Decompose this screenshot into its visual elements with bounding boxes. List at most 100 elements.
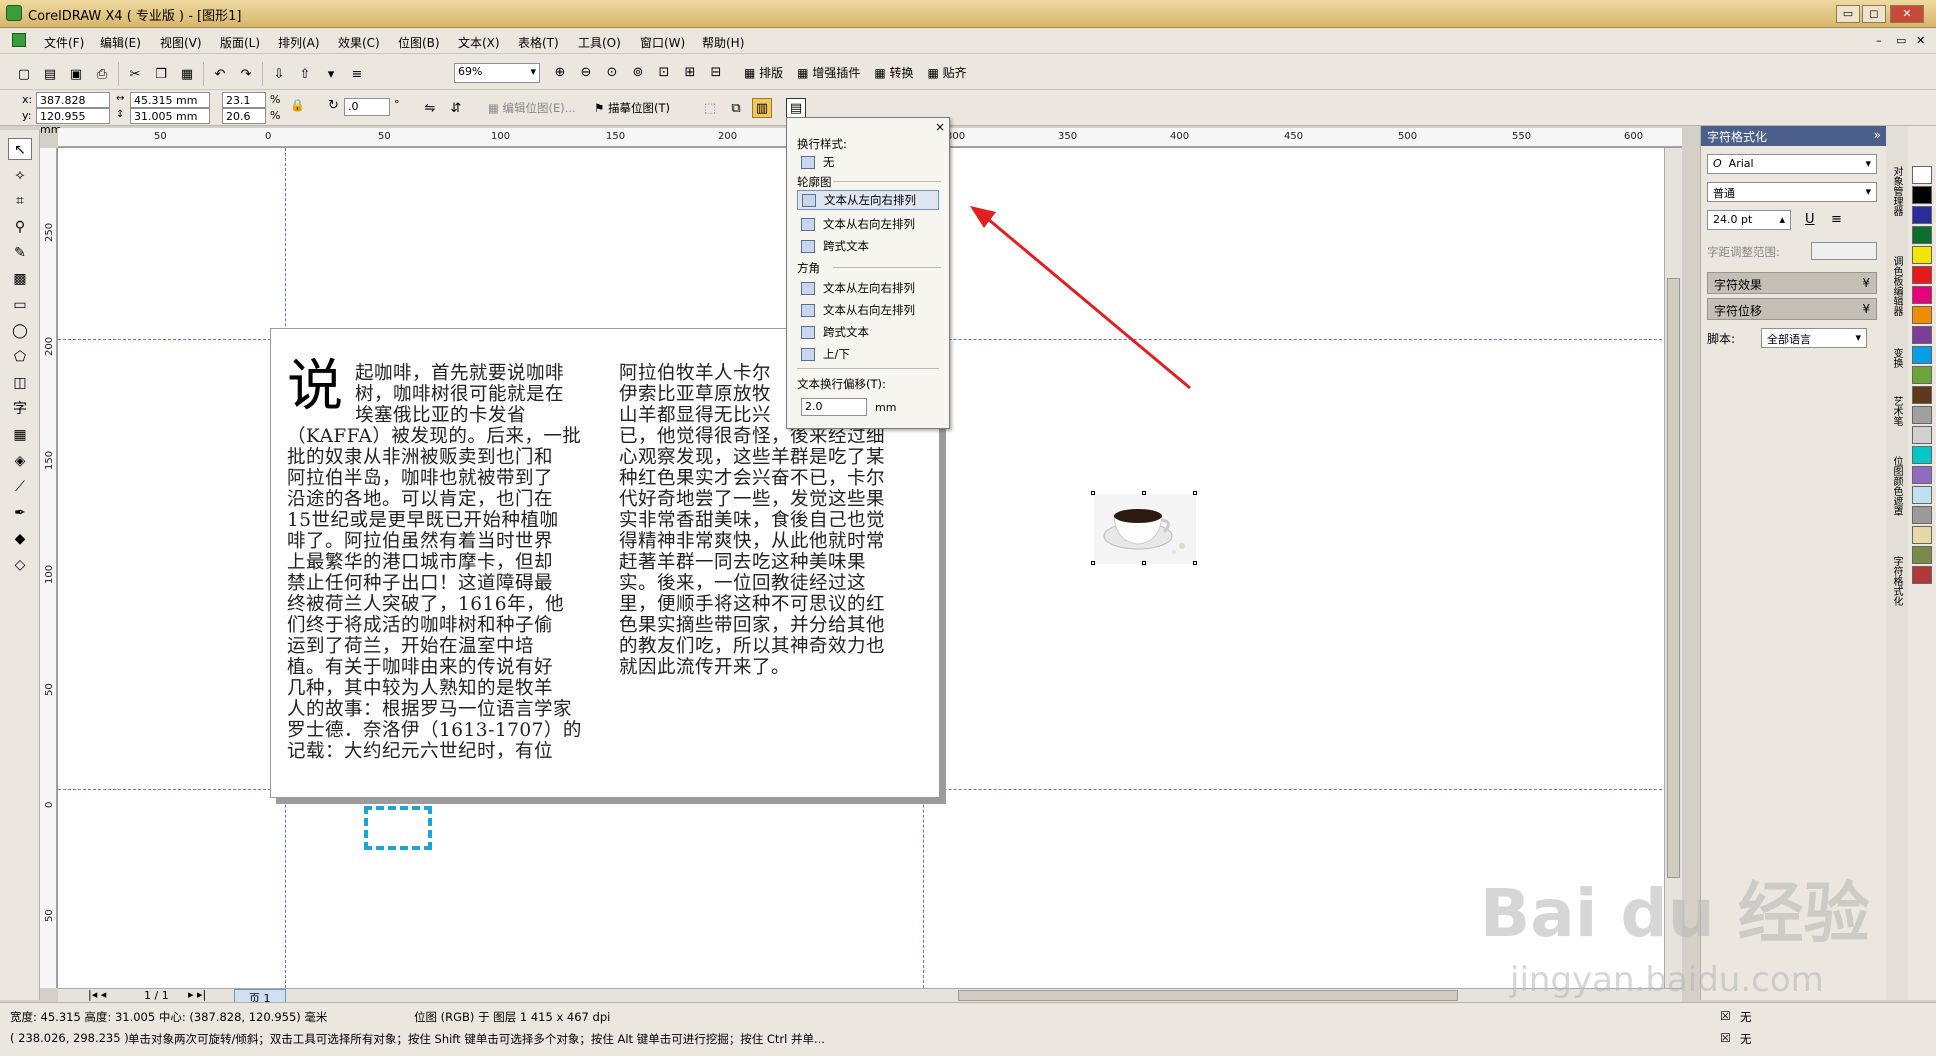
color-swatch[interactable] (1912, 546, 1932, 564)
fill-tool-icon[interactable]: ◆ (8, 528, 32, 550)
menu-edit[interactable]: 编辑(E) (100, 34, 141, 51)
handle[interactable] (1091, 561, 1095, 565)
color-swatch[interactable] (1912, 306, 1932, 324)
vertical-ruler[interactable]: 250 200 150 100 50 0 50 (40, 148, 58, 988)
scale-x-field[interactable]: 23.1 (222, 92, 266, 108)
offset-field[interactable]: 2.0 (801, 398, 867, 416)
close-button[interactable]: ✕ (1890, 5, 1924, 23)
x-field[interactable]: 387.828 mm (36, 92, 110, 120)
rectangle-tool-icon[interactable]: ▭ (8, 294, 32, 316)
menu-file[interactable]: 文件(F) (44, 34, 84, 51)
style-combo[interactable]: 普通 ▾ (1707, 182, 1877, 202)
square-straddle-item[interactable]: 跨式文本 (801, 322, 869, 342)
zoom-all-icon[interactable]: ⊚ (628, 62, 648, 82)
menu-min-icon[interactable]: – (1876, 34, 1882, 47)
height-field[interactable]: 31.005 mm (130, 108, 210, 124)
menu-restore-icon[interactable]: ▭ (1896, 34, 1906, 47)
text-column-1[interactable]: 起咖啡，首先就要说咖啡 树，咖啡树很可能就是在 埃塞俄比亚的卡发省 （KAFFA… (287, 363, 597, 762)
outline-rtl-item[interactable]: 文本从右向左排列 (801, 214, 915, 234)
color-swatch[interactable] (1912, 446, 1932, 464)
export-icon[interactable]: ⇧ (295, 64, 315, 84)
import-icon[interactable]: ⇩ (269, 64, 289, 84)
eyedropper-icon[interactable]: ⟋ (8, 476, 32, 498)
zoom-in-icon[interactable]: ⊕ (550, 62, 570, 82)
interactive-fill-icon[interactable]: ◇ (8, 554, 32, 576)
script-combo[interactable]: 全部语言 ▾ (1761, 328, 1867, 348)
menu-table[interactable]: 表格(T) (518, 34, 559, 51)
handle[interactable] (1193, 561, 1197, 565)
zoom-out-icon[interactable]: ⊖ (576, 62, 596, 82)
zoom-width-icon[interactable]: ⊞ (680, 62, 700, 82)
char-effects-bar[interactable]: 字符效果 ¥ (1707, 272, 1877, 294)
color-swatch[interactable] (1912, 246, 1932, 264)
menu-layout[interactable]: 版面(L) (220, 34, 260, 51)
freehand-tool-icon[interactable]: ✎ (8, 242, 32, 264)
mirror-h-icon[interactable]: ⇋ (420, 98, 440, 118)
shape-tool-icon[interactable]: ⟡ (8, 164, 32, 186)
size-field[interactable]: 24.0 pt ▴ (1707, 210, 1791, 230)
color-swatch[interactable] (1912, 526, 1932, 544)
color-swatch[interactable] (1912, 346, 1932, 364)
polygon-tool-icon[interactable]: ⬠ (8, 346, 32, 368)
horizontal-scrollbar[interactable]: |◂ ◂ 1 / 1 ▸ ▸| 页 1 (58, 988, 1682, 1007)
dock-tab-transform[interactable]: 变换 (1889, 348, 1904, 368)
zoom-selected-icon[interactable]: ⊙ (602, 62, 622, 82)
typeset-button[interactable]: ▦ 排版 (744, 64, 783, 81)
color-swatch[interactable] (1912, 226, 1932, 244)
save-icon[interactable]: ▣ (66, 64, 86, 84)
crop-icon[interactable]: ⬚ (700, 98, 720, 118)
handle[interactable] (1142, 561, 1146, 565)
pick-tool-icon[interactable]: ↖ (8, 138, 32, 160)
width-field[interactable]: 45.315 mm (130, 92, 210, 108)
redo-icon[interactable]: ↷ (236, 64, 256, 84)
open-icon[interactable]: ▤ (40, 64, 60, 84)
color-swatch[interactable] (1912, 486, 1932, 504)
plugin-button[interactable]: ▦ 增强插件 (797, 64, 860, 81)
zoom-page-icon[interactable]: ⊡ (654, 62, 674, 82)
page-nav-last-icon[interactable]: ▸ ▸| (188, 988, 206, 1001)
zoom-combo[interactable]: 69% ▾ (454, 63, 540, 83)
zoom-height-icon[interactable]: ⊟ (706, 62, 726, 82)
popup-close-icon[interactable]: × (935, 120, 945, 134)
square-ltr-item[interactable]: 文本从左向右排列 (801, 278, 915, 298)
page-nav-first-icon[interactable]: |◂ ◂ (88, 988, 106, 1001)
dock-tab-bitmap-mask[interactable]: 位图颜色遮罩 (1889, 456, 1904, 516)
text-tool-icon[interactable]: 字 (8, 398, 32, 420)
convert-button[interactable]: ▦ 转换 (874, 64, 913, 81)
app-launcher-icon[interactable]: ▾ (321, 64, 341, 84)
color-swatch[interactable] (1912, 386, 1932, 404)
v-scroll-thumb[interactable] (1667, 278, 1680, 878)
outline-straddle-item[interactable]: 跨式文本 (801, 236, 869, 256)
wrap-none-item[interactable]: 无 (801, 152, 835, 172)
cut-icon[interactable]: ✂ (125, 64, 145, 84)
handle[interactable] (1142, 491, 1146, 495)
resample-icon[interactable]: ⧉ (726, 98, 746, 118)
snap-button[interactable]: ▦ 贴齐 (928, 64, 967, 81)
scale-y-field[interactable]: 20.6 (222, 108, 266, 124)
maximize-button[interactable]: ◻ (1862, 5, 1886, 23)
char-shift-bar[interactable]: 字符位移 ¥ (1707, 298, 1877, 320)
paste-icon[interactable]: ▦ (177, 64, 197, 84)
menu-tools[interactable]: 工具(O) (578, 34, 621, 51)
menu-text[interactable]: 文本(X) (458, 34, 500, 51)
square-rtl-item[interactable]: 文本从右向左排列 (801, 300, 915, 320)
square-topbottom-item[interactable]: 上/下 (801, 344, 850, 364)
menu-help[interactable]: 帮助(H) (702, 34, 744, 51)
color-swatch[interactable] (1912, 566, 1932, 584)
color-swatch[interactable] (1912, 406, 1932, 424)
mirror-v-icon[interactable]: ⇵ (446, 98, 466, 118)
y-field[interactable]: 120.955 mm (36, 108, 110, 136)
strikethrough-icon[interactable]: ≡ (1831, 212, 1842, 227)
menu-bitmaps[interactable]: 位图(B) (398, 34, 440, 51)
dock-tab-objects[interactable]: 对象管理器 (1889, 166, 1904, 216)
interactive-tool-icon[interactable]: ◈ (8, 450, 32, 472)
color-swatch[interactable] (1912, 506, 1932, 524)
menu-view[interactable]: 视图(V) (160, 34, 202, 51)
color-swatch[interactable] (1912, 266, 1932, 284)
edit-bitmap-button[interactable]: ▦ 编辑位图(E)... (488, 100, 576, 116)
undo-icon[interactable]: ↶ (210, 64, 230, 84)
menu-window[interactable]: 窗口(W) (640, 34, 685, 51)
print-icon[interactable]: ⎙ (92, 64, 112, 84)
handle[interactable] (1193, 491, 1197, 495)
menu-close-icon[interactable]: ✕ (1916, 34, 1925, 47)
